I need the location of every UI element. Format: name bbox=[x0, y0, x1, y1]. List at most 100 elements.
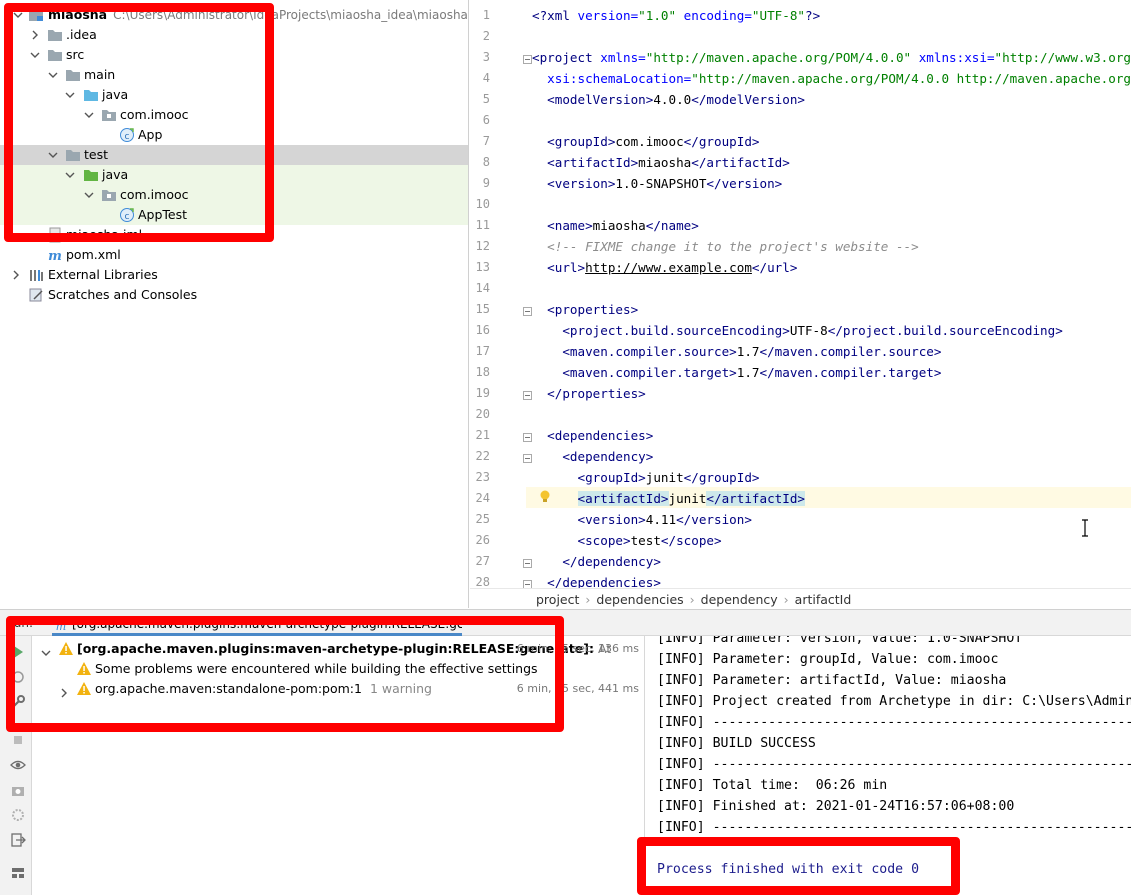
code-editor[interactable]: 1 2 3 4 5 6 7 8 9 10 11 12 13 14 15 16 1… bbox=[470, 0, 1131, 588]
xml-tag: </maven.compiler.target> bbox=[759, 365, 942, 380]
xml-text: UTF-8 bbox=[789, 323, 828, 338]
xml-decl: ?> bbox=[805, 8, 821, 23]
lightbulb-icon[interactable] bbox=[538, 489, 552, 505]
chevron-right-icon[interactable] bbox=[11, 270, 21, 280]
xml-tag: <artifactId> bbox=[547, 155, 639, 170]
tree-item-label: External Libraries bbox=[48, 267, 158, 282]
console-line: [INFO] BUILD SUCCESS bbox=[657, 736, 816, 751]
line-number-gutter: 1 2 3 4 5 6 7 8 9 10 11 12 13 14 15 16 1… bbox=[470, 0, 526, 588]
text-cursor-icon bbox=[1080, 519, 1090, 537]
url-link[interactable]: http://www.example.com bbox=[585, 260, 752, 275]
breadcrumb-dependency[interactable]: dependency bbox=[701, 592, 778, 607]
xml-comment: <!-- FIXME change it to the project's we… bbox=[547, 239, 919, 254]
xml-tag: </groupId> bbox=[683, 134, 760, 149]
camera-icon[interactable] bbox=[10, 782, 26, 798]
line-number: 12 bbox=[475, 239, 490, 253]
line-number: 21 bbox=[475, 428, 490, 442]
tree-item-label: pom.xml bbox=[66, 247, 121, 262]
fold-toggle-icon[interactable] bbox=[523, 557, 532, 568]
xml-tag: <url> bbox=[547, 260, 586, 275]
exit-icon[interactable] bbox=[10, 832, 26, 848]
code-line-4: xsi:schemaLocation="http://maven.apache.… bbox=[532, 68, 1131, 89]
xml-tag: </project.build.sourceEncoding> bbox=[827, 323, 1063, 338]
xml-tag: </name> bbox=[645, 218, 699, 233]
code-line-23: <groupId>junit</groupId> bbox=[532, 467, 1131, 488]
fold-toggle-icon[interactable] bbox=[523, 305, 532, 316]
code-line-9: <version>1.0-SNAPSHOT</version> bbox=[532, 173, 1131, 194]
line-number: 7 bbox=[482, 134, 490, 148]
xml-string: "UTF-8" bbox=[751, 8, 805, 23]
code-line-11: <name>miaosha</name> bbox=[532, 215, 1131, 236]
fold-toggle-icon[interactable] bbox=[523, 53, 532, 64]
breadcrumb-separator: › bbox=[783, 592, 789, 607]
eye-icon[interactable] bbox=[10, 757, 26, 773]
code-line-26: <scope>test</scope> bbox=[532, 530, 1131, 551]
tree-item-scratches[interactable]: Scratches and Consoles bbox=[0, 285, 468, 305]
xml-tag: <dependencies> bbox=[547, 428, 654, 443]
line-number: 18 bbox=[475, 365, 490, 379]
line-number: 10 bbox=[475, 197, 490, 211]
xml-attr: encoding= bbox=[676, 8, 752, 23]
fold-toggle-icon[interactable] bbox=[523, 389, 532, 400]
xml-tag: <name> bbox=[547, 218, 593, 233]
xml-tag-highlighted: </artifactId> bbox=[706, 491, 805, 506]
xml-string: "http://www.w3.org/2001/XMLSchema-instan… bbox=[994, 50, 1131, 65]
code-line-21: <dependencies> bbox=[532, 425, 1131, 446]
tree-item-pom[interactable]: m pom.xml bbox=[0, 245, 468, 265]
line-number: 11 bbox=[475, 218, 490, 232]
xml-tag: <dependency> bbox=[562, 449, 654, 464]
line-number: 5 bbox=[482, 92, 490, 106]
xml-string: "http://maven.apache.org/POM/4.0.0" bbox=[645, 50, 912, 65]
xml-tag: </maven.compiler.source> bbox=[759, 344, 942, 359]
fold-toggle-icon[interactable] bbox=[523, 578, 532, 588]
layout-icon[interactable] bbox=[10, 865, 26, 881]
xml-tag: </dependencies> bbox=[547, 575, 661, 588]
code-line-25: <version>4.11</version> bbox=[532, 509, 1131, 530]
xml-tag: </groupId> bbox=[683, 470, 760, 485]
breadcrumb-project[interactable]: project bbox=[536, 592, 579, 607]
breadcrumb-dependencies[interactable]: dependencies bbox=[596, 592, 683, 607]
line-number: 9 bbox=[482, 176, 490, 190]
xml-attr: version= bbox=[577, 8, 639, 23]
console-line: [INFO] ---------------------------------… bbox=[657, 757, 1131, 772]
settings-icon[interactable] bbox=[10, 807, 26, 823]
xml-attr: xmlns:xsi= bbox=[911, 50, 995, 65]
xml-text: miaosha bbox=[592, 218, 646, 233]
stop-icon[interactable] bbox=[10, 732, 26, 748]
annotation-box-tree bbox=[4, 3, 274, 242]
tree-item-external-libraries[interactable]: External Libraries bbox=[0, 265, 468, 285]
code-line-5: <modelVersion>4.0.0</modelVersion> bbox=[532, 89, 1131, 110]
code-line-12: <!-- FIXME change it to the project's we… bbox=[532, 236, 1131, 257]
xml-tag: <version> bbox=[577, 512, 646, 527]
code-line-19: </properties> bbox=[532, 383, 1131, 404]
xml-tag: <maven.compiler.target> bbox=[562, 365, 737, 380]
line-number: 15 bbox=[475, 302, 490, 316]
line-number: 27 bbox=[475, 554, 490, 568]
code-line-27: </dependency> bbox=[532, 551, 1131, 572]
breadcrumb-separator: › bbox=[585, 592, 591, 607]
xml-text: 4.0.0 bbox=[653, 92, 692, 107]
editor-breadcrumbs: project › dependencies › dependency › artifact… bbox=[470, 588, 1131, 609]
tree-item-label: Scratches and Consoles bbox=[48, 287, 198, 302]
line-number: 26 bbox=[475, 533, 490, 547]
line-number: 19 bbox=[475, 386, 490, 400]
xml-tag: <project.build.sourceEncoding> bbox=[562, 323, 790, 338]
line-number: 28 bbox=[475, 575, 490, 588]
xml-text: miaosha bbox=[638, 155, 692, 170]
fold-toggle-icon[interactable] bbox=[523, 452, 532, 463]
console-line: [INFO] Parameter: artifactId, Value: mia… bbox=[657, 673, 1007, 688]
fold-toggle-icon[interactable] bbox=[523, 431, 532, 442]
xml-string: "http://maven.apache.org/POM/4.0.0 http:… bbox=[691, 71, 1131, 86]
code-line-16: <project.build.sourceEncoding>UTF-8</pro… bbox=[532, 320, 1131, 341]
code-line-1: <?xml version="1.0" encoding="UTF-8"?> bbox=[532, 5, 1131, 26]
line-number: 22 bbox=[475, 449, 490, 463]
breadcrumb-artifactid[interactable]: artifactId bbox=[795, 592, 852, 607]
code-line-13: <url>http://www.example.com</url> bbox=[532, 257, 1131, 278]
line-number: 4 bbox=[482, 71, 490, 85]
xml-text: com.imooc bbox=[615, 134, 684, 149]
scratches-icon bbox=[28, 287, 44, 303]
line-number: 1 bbox=[482, 8, 490, 22]
xml-tag: </properties> bbox=[547, 386, 646, 401]
console-line: [INFO] Project created from Archetype in… bbox=[657, 694, 1131, 709]
xml-tag: <scope> bbox=[577, 533, 631, 548]
